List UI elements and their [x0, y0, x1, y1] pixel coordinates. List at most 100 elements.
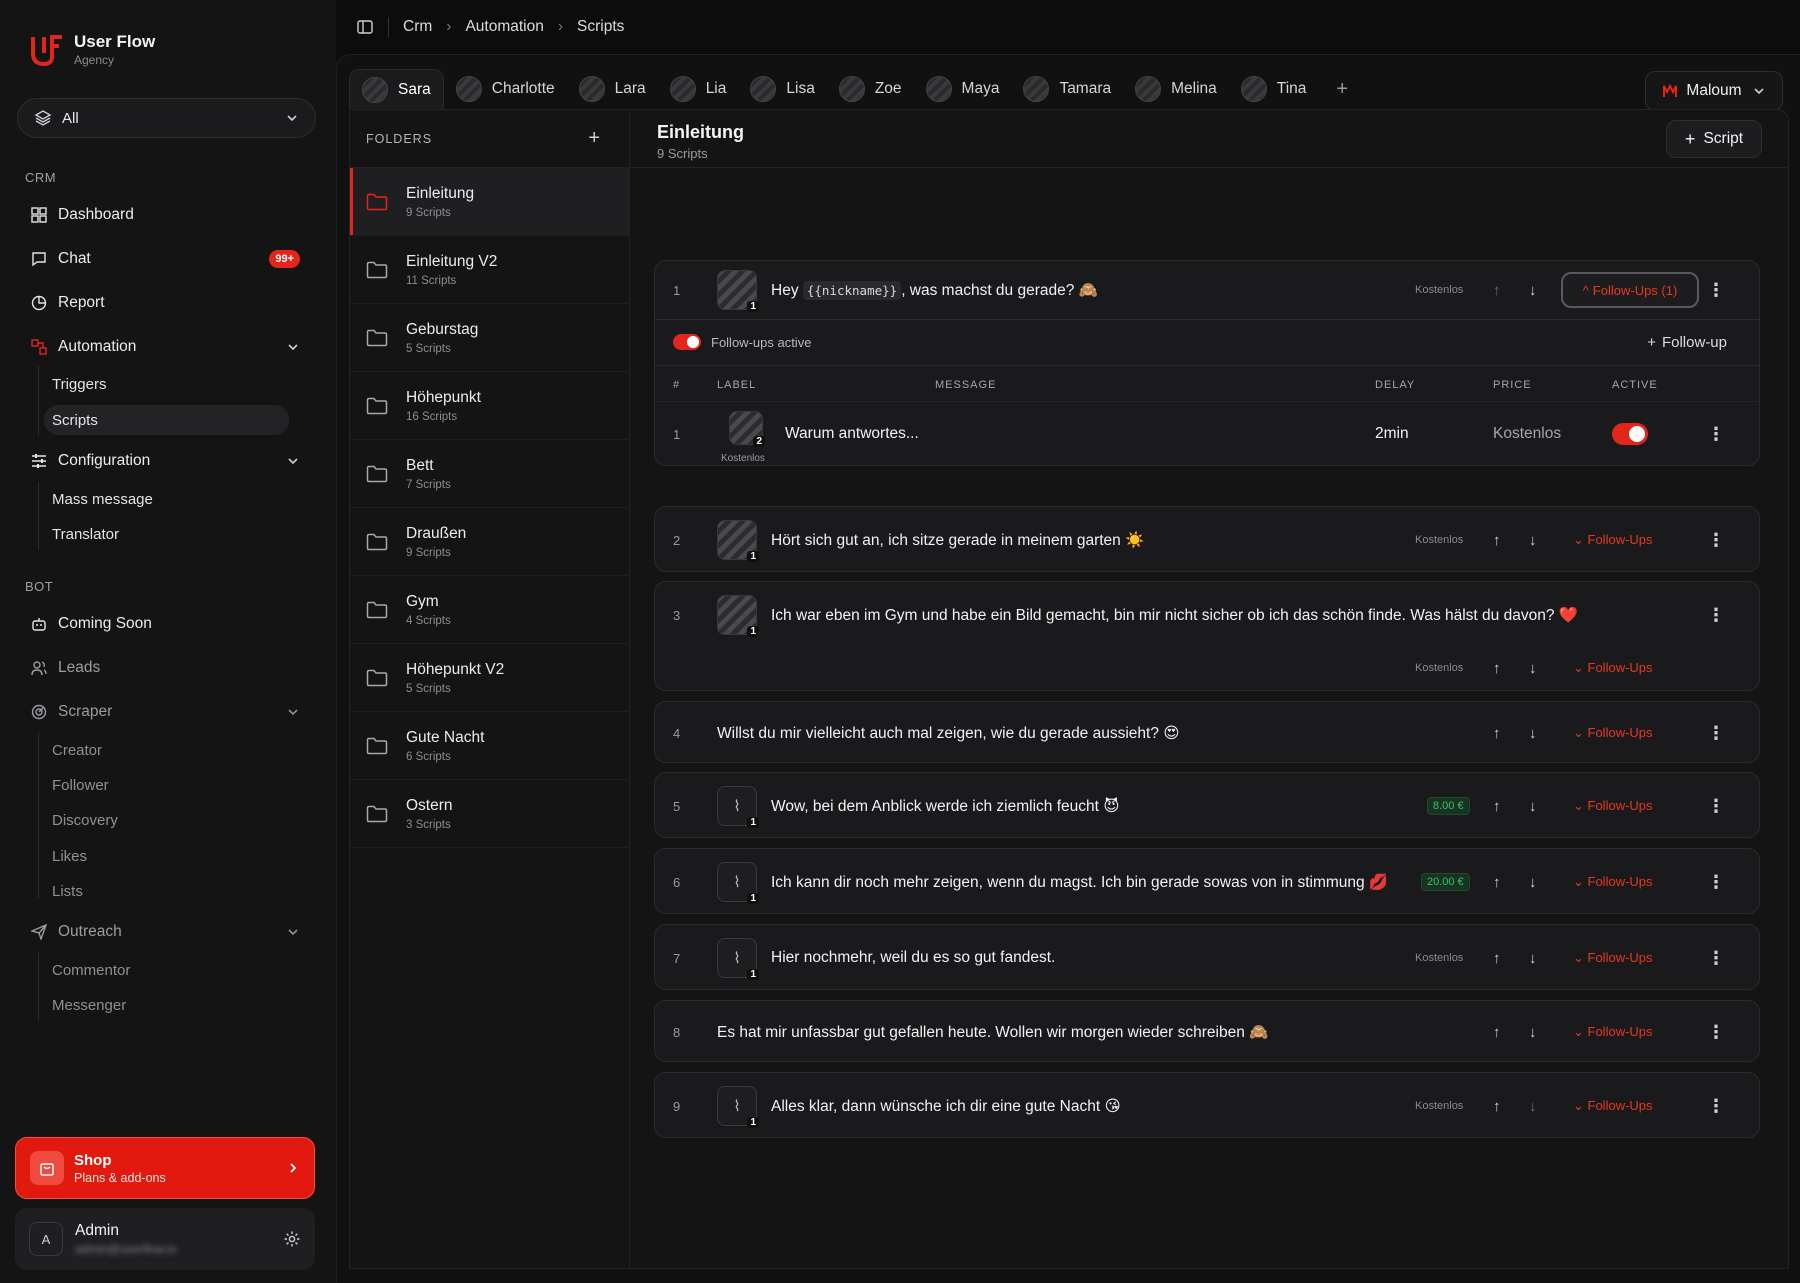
- move-up-icon[interactable]: ↑: [1493, 282, 1501, 299]
- script-card[interactable]: 6 ⌇ 1 Ich kann dir noch mehr zeigen, wenn…: [654, 848, 1760, 914]
- sidebar-toggle-icon[interactable]: [356, 18, 374, 36]
- script-card[interactable]: 8 Es hat mir unfassbar gut gefallen heut…: [654, 1000, 1760, 1062]
- media-thumbnail[interactable]: ⌇ 1: [717, 938, 759, 980]
- nav-messenger[interactable]: Messenger: [44, 990, 289, 1020]
- nav-leads[interactable]: Leads: [30, 651, 306, 685]
- script-card[interactable]: 4 Willst du mir vielleicht auch mal zeig…: [654, 701, 1760, 763]
- move-up-icon[interactable]: ↑: [1493, 660, 1501, 677]
- media-thumbnail[interactable]: 1: [717, 595, 759, 637]
- folder-item[interactable]: Geburstag 5 Scripts: [350, 304, 629, 372]
- more-options-icon[interactable]: ⋮: [1707, 280, 1725, 301]
- nav-commentor[interactable]: Commentor: [44, 955, 289, 985]
- more-options-icon[interactable]: ⋮: [1707, 796, 1725, 817]
- nav-creator[interactable]: Creator: [44, 735, 289, 765]
- more-options-icon[interactable]: ⋮: [1707, 1096, 1725, 1117]
- move-down-icon[interactable]: ↓: [1529, 874, 1537, 891]
- folder-item[interactable]: Einleitung V2 11 Scripts: [350, 236, 629, 304]
- breadcrumb-automation[interactable]: Automation: [465, 18, 543, 36]
- brand[interactable]: User Flow Agency: [30, 32, 155, 67]
- breadcrumb-crm[interactable]: Crm: [403, 18, 432, 36]
- add-folder-button[interactable]: +: [588, 127, 601, 150]
- move-down-icon[interactable]: ↓: [1529, 725, 1537, 742]
- add-script-button[interactable]: + Script: [1666, 120, 1762, 158]
- script-card[interactable]: 1 1 Hey {{nickname}}, was machst du gera…: [654, 260, 1760, 466]
- tab-tamara[interactable]: Tamara: [1011, 69, 1123, 109]
- move-down-icon[interactable]: ↓: [1529, 798, 1537, 815]
- move-up-icon[interactable]: ↑: [1493, 725, 1501, 742]
- add-followup-button[interactable]: + Follow-up: [1647, 334, 1727, 351]
- more-options-icon[interactable]: ⋮: [1707, 723, 1725, 744]
- tab-charlotte[interactable]: Charlotte: [444, 69, 567, 109]
- more-options-icon[interactable]: ⋮: [1707, 1022, 1725, 1043]
- move-up-icon[interactable]: ↑: [1493, 532, 1501, 549]
- move-down-icon[interactable]: ↓: [1529, 950, 1537, 967]
- nav-scraper[interactable]: Scraper: [30, 695, 306, 729]
- media-thumbnail[interactable]: 1: [717, 520, 759, 562]
- move-down-icon[interactable]: ↓: [1529, 282, 1537, 299]
- tab-sara[interactable]: Sara: [349, 69, 444, 109]
- script-card[interactable]: 9 ⌇ 1 Alles klar, dann wünsche ich dir ei…: [654, 1072, 1760, 1138]
- tab-lara[interactable]: Lara: [567, 69, 658, 109]
- nav-triggers[interactable]: Triggers: [44, 369, 289, 399]
- folder-item[interactable]: Höhepunkt V2 5 Scripts: [350, 644, 629, 712]
- shop-button[interactable]: Shop Plans & add-ons: [15, 1137, 315, 1199]
- folder-item[interactable]: Einleitung 9 Scripts: [350, 168, 629, 236]
- folder-item[interactable]: Bett 7 Scripts: [350, 440, 629, 508]
- move-up-icon[interactable]: ↑: [1493, 798, 1501, 815]
- media-thumbnail[interactable]: 1: [717, 270, 759, 312]
- move-up-icon[interactable]: ↑: [1493, 1024, 1501, 1041]
- script-card[interactable]: 3 1 Ich war eben im Gym und habe ein Bil…: [654, 581, 1760, 691]
- nav-outreach[interactable]: Outreach: [30, 915, 306, 949]
- followup-active-toggle[interactable]: [1612, 423, 1648, 445]
- move-up-icon[interactable]: ↑: [1493, 1098, 1501, 1115]
- media-thumbnail[interactable]: ⌇ 1: [717, 862, 759, 904]
- workspace-select[interactable]: All: [17, 98, 316, 138]
- script-card[interactable]: 7 ⌇ 1 Hier nochmehr, weil du es so gut fa…: [654, 924, 1760, 990]
- follow-ups-button[interactable]: ⌄ Follow-Ups: [1573, 660, 1653, 676]
- follow-ups-button[interactable]: ⌄ Follow-Ups: [1573, 1098, 1653, 1114]
- platform-select[interactable]: Maloum: [1645, 71, 1783, 111]
- nav-follower[interactable]: Follower: [44, 770, 289, 800]
- move-down-icon[interactable]: ↓: [1529, 1098, 1537, 1115]
- nav-report[interactable]: Report: [30, 286, 306, 320]
- move-up-icon[interactable]: ↑: [1493, 950, 1501, 967]
- nav-coming-soon[interactable]: Coming Soon: [30, 607, 306, 641]
- more-options-icon[interactable]: ⋮: [1707, 605, 1725, 626]
- nav-translator[interactable]: Translator: [44, 519, 289, 549]
- move-up-icon[interactable]: ↑: [1493, 874, 1501, 891]
- folder-item[interactable]: Draußen 9 Scripts: [350, 508, 629, 576]
- follow-ups-button[interactable]: ⌄ Follow-Ups: [1573, 532, 1653, 548]
- nav-dashboard[interactable]: Dashboard: [30, 198, 306, 232]
- nav-configuration[interactable]: Configuration: [30, 444, 306, 478]
- media-thumbnail[interactable]: 2: [729, 411, 765, 447]
- more-options-icon[interactable]: ⋮: [1707, 424, 1725, 445]
- more-options-icon[interactable]: ⋮: [1707, 530, 1725, 551]
- gear-icon[interactable]: [283, 1230, 301, 1248]
- tab-lisa[interactable]: Lisa: [738, 69, 826, 109]
- nav-discovery[interactable]: Discovery: [44, 805, 289, 835]
- more-options-icon[interactable]: ⋮: [1707, 948, 1725, 969]
- move-down-icon[interactable]: ↓: [1529, 660, 1537, 677]
- nav-mass-message[interactable]: Mass message: [44, 484, 289, 514]
- nav-automation[interactable]: Automation: [30, 330, 306, 364]
- followups-active-toggle[interactable]: [673, 334, 701, 350]
- nav-scripts[interactable]: Scripts: [44, 405, 289, 435]
- nav-likes[interactable]: Likes: [44, 841, 289, 871]
- move-down-icon[interactable]: ↓: [1529, 532, 1537, 549]
- account-menu[interactable]: A Admin admin@userflow.io: [15, 1208, 315, 1270]
- follow-ups-button[interactable]: ⌄ Follow-Ups: [1573, 950, 1653, 966]
- follow-ups-button[interactable]: ⌄ Follow-Ups: [1573, 874, 1653, 890]
- tab-melina[interactable]: Melina: [1123, 69, 1229, 109]
- nav-lists[interactable]: Lists: [44, 876, 289, 906]
- follow-ups-button[interactable]: ⌄ Follow-Ups: [1573, 725, 1653, 741]
- media-thumbnail[interactable]: ⌇ 1: [717, 1086, 759, 1128]
- tab-tina[interactable]: Tina: [1229, 69, 1319, 109]
- tab-lia[interactable]: Lia: [658, 69, 739, 109]
- more-options-icon[interactable]: ⋮: [1707, 872, 1725, 893]
- follow-ups-button[interactable]: ⌄ Follow-Ups: [1573, 1024, 1653, 1040]
- script-card[interactable]: 5 ⌇ 1 Wow, bei dem Anblick werde ich ziem…: [654, 772, 1760, 838]
- follow-ups-button[interactable]: ⌄ Follow-Ups: [1573, 798, 1653, 814]
- folder-item[interactable]: Gute Nacht 6 Scripts: [350, 712, 629, 780]
- folder-item[interactable]: Gym 4 Scripts: [350, 576, 629, 644]
- media-thumbnail[interactable]: ⌇ 1: [717, 786, 759, 828]
